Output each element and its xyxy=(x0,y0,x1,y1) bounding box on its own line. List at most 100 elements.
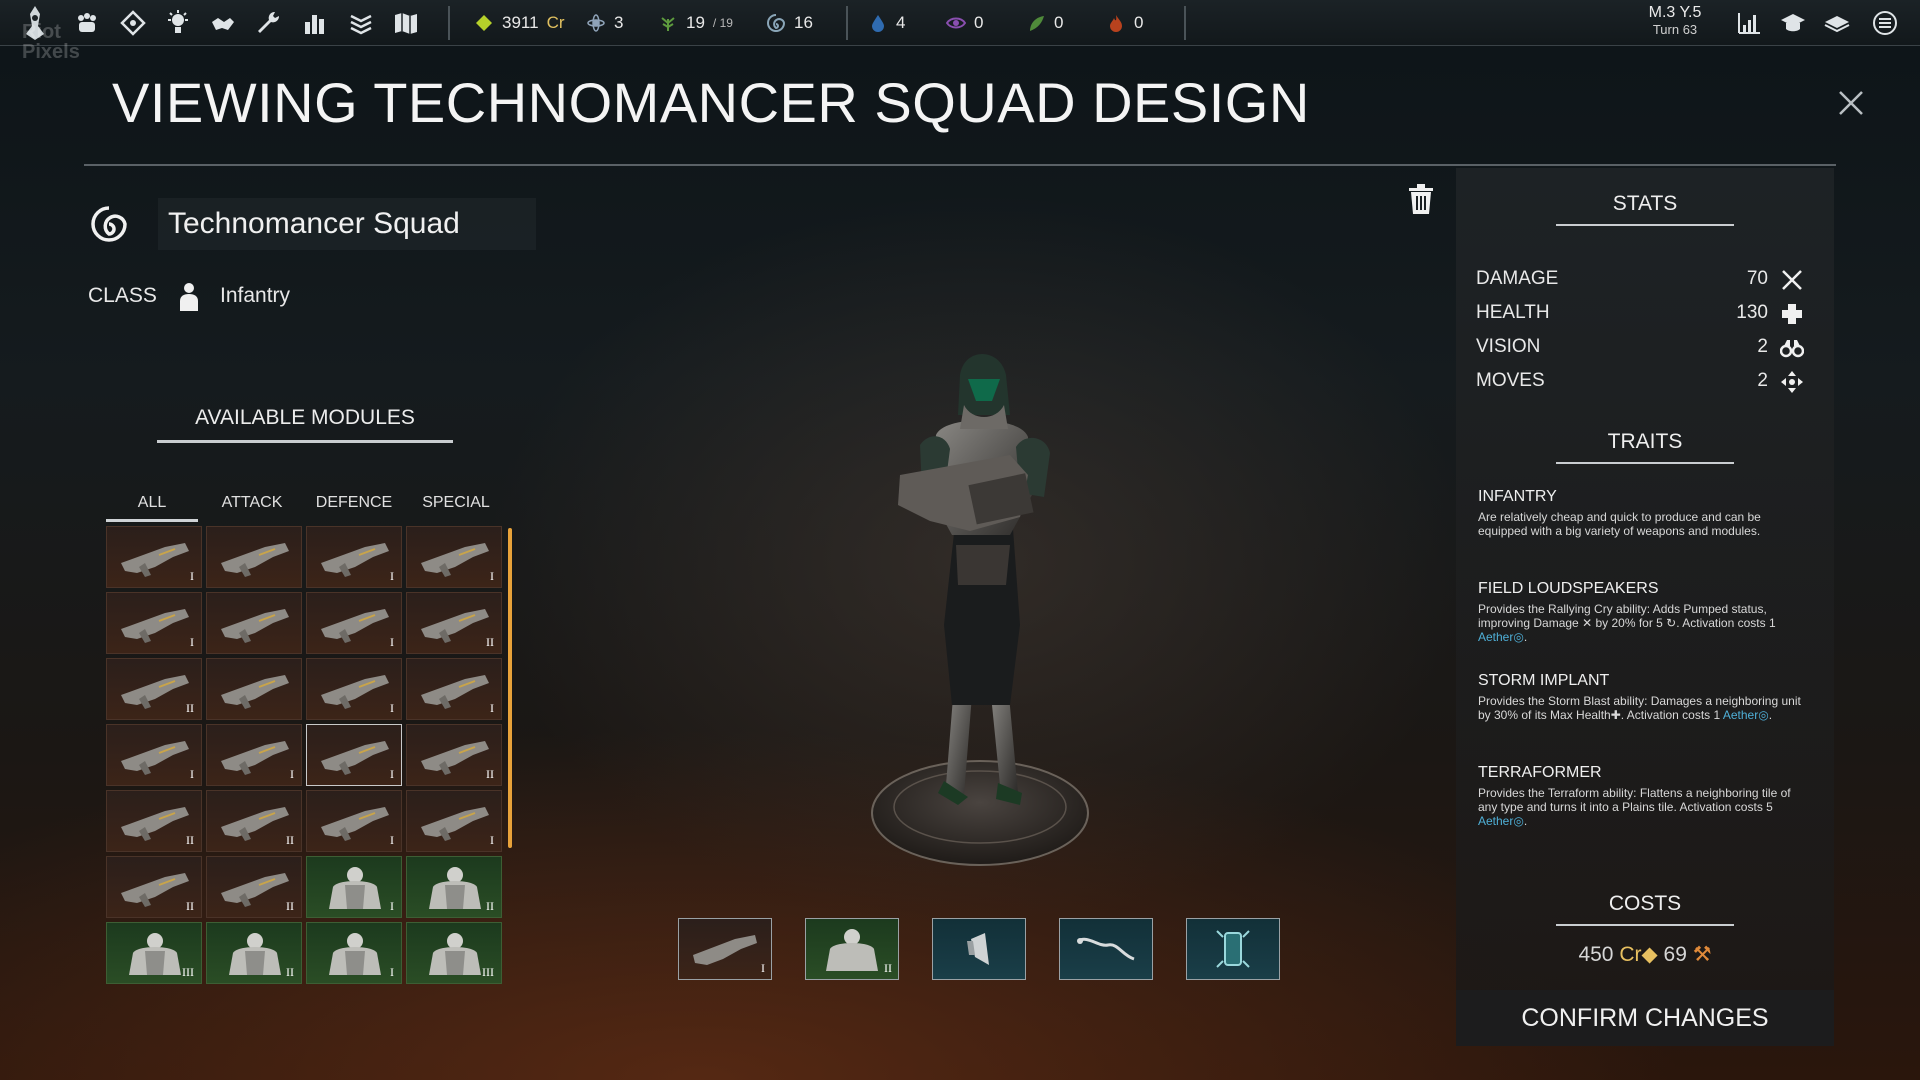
plant-value: 0 xyxy=(1054,13,1064,32)
weapon-module-icon xyxy=(221,873,289,907)
equipped-slot[interactable] xyxy=(1186,918,1280,980)
population-resource[interactable]: 19 / 19 xyxy=(658,11,733,35)
module-tier-label: I xyxy=(761,961,765,975)
weapon-module-slot[interactable]: I xyxy=(306,724,402,786)
production-hammer-icon: ⚒ xyxy=(1692,943,1712,966)
plant-resource[interactable]: 0 xyxy=(1026,11,1063,35)
module-tier-label: III xyxy=(482,965,494,979)
confirm-changes-button[interactable]: CONFIRM CHANGES xyxy=(1456,990,1834,1046)
damage-icon xyxy=(1782,270,1802,290)
stat-vision: VISION 2 xyxy=(1476,334,1808,362)
weapon-module-slot[interactable] xyxy=(206,526,302,588)
weapon-module-slot[interactable]: I xyxy=(406,526,502,588)
trait-desc-part: . Activation costs 1 xyxy=(1620,708,1723,722)
topbar-divider xyxy=(1184,6,1186,40)
weapon-module-slot[interactable] xyxy=(206,592,302,654)
cost-production-value: 69 xyxy=(1663,943,1687,966)
menu-icon[interactable] xyxy=(1872,10,1898,36)
trait-description: Provides the Terraform ability: Flattens… xyxy=(1478,786,1808,828)
stat-damage: DAMAGE 70 xyxy=(1476,266,1808,294)
weapon-module-slot[interactable] xyxy=(206,658,302,720)
class-value: Infantry xyxy=(220,284,291,307)
trash-icon xyxy=(1409,184,1433,214)
weapon-module-slot[interactable]: I xyxy=(106,724,202,786)
aether-link[interactable]: Aether xyxy=(1478,814,1513,828)
trait-name: INFANTRY xyxy=(1478,488,1557,505)
armor-module-slot[interactable]: I xyxy=(306,856,402,918)
health-icon xyxy=(1782,304,1802,324)
tab-all[interactable]: ALL xyxy=(106,486,198,522)
trait-desc-part: . Activation costs 1 xyxy=(1676,616,1776,630)
weapon-module-slot[interactable]: I xyxy=(306,592,402,654)
traits-title: TRAITS xyxy=(1607,430,1683,453)
population-icon xyxy=(661,17,675,31)
weapon-module-slot[interactable]: II xyxy=(106,790,202,852)
close-icon xyxy=(1839,91,1863,115)
map-icon[interactable] xyxy=(393,10,419,36)
weapon-module-icon xyxy=(221,543,289,577)
squad-name-field[interactable]: Technomancer Squad xyxy=(158,198,536,250)
module-grid: I I I I I II II I I I I I II II II I I II II I II III II I III xyxy=(106,526,506,986)
equipped-slot[interactable] xyxy=(932,918,1026,980)
close-button[interactable] xyxy=(1836,88,1866,118)
weapon-module-icon xyxy=(421,807,489,841)
aether-value: 16 xyxy=(794,13,813,32)
equipped-slot[interactable]: I xyxy=(678,918,772,980)
armor-module-slot[interactable]: I xyxy=(306,922,402,984)
module-tier-label: III xyxy=(182,965,194,979)
armor-module-slot[interactable]: III xyxy=(106,922,202,984)
tab-attack[interactable]: ATTACK xyxy=(204,486,300,522)
graph-icon[interactable] xyxy=(1736,10,1762,36)
delete-design-button[interactable] xyxy=(1406,182,1436,216)
population-value: 19 xyxy=(686,13,705,32)
weapon-module-icon xyxy=(121,543,189,577)
aether-resource[interactable]: 16 xyxy=(766,11,813,35)
weapon-module-slot[interactable]: I xyxy=(306,658,402,720)
diplomacy-icon[interactable] xyxy=(120,10,146,36)
weapon-module-slot[interactable]: II xyxy=(206,856,302,918)
module-grid-scrollbar[interactable] xyxy=(508,528,512,848)
weapon-module-slot[interactable]: I xyxy=(306,790,402,852)
science-resource[interactable]: 3 xyxy=(586,11,623,35)
weapon-module-slot[interactable]: II xyxy=(106,658,202,720)
equipped-slot[interactable]: II xyxy=(805,918,899,980)
codex-icon[interactable] xyxy=(1824,10,1850,36)
module-tier-label: II xyxy=(286,965,294,979)
weapon-module-slot[interactable]: I xyxy=(106,526,202,588)
date-label: M.3 Y.5 xyxy=(1648,4,1702,21)
armor-module-slot[interactable]: II xyxy=(206,922,302,984)
weapon-module-slot[interactable]: II xyxy=(206,790,302,852)
research-icon[interactable] xyxy=(165,10,191,36)
academy-icon[interactable] xyxy=(1780,10,1806,36)
faction-icon[interactable] xyxy=(74,10,100,36)
aether-link[interactable]: Aether xyxy=(1478,630,1513,644)
eye-resource[interactable]: 0 xyxy=(946,11,983,35)
technomancer-unit-model xyxy=(860,345,1100,875)
weapon-module-slot[interactable]: I xyxy=(306,526,402,588)
weapon-module-slot[interactable]: II xyxy=(406,724,502,786)
stats-icon[interactable] xyxy=(302,10,328,36)
weapon-module-slot[interactable]: II xyxy=(406,592,502,654)
water-resource[interactable]: 4 xyxy=(868,11,905,35)
fire-resource[interactable]: 0 xyxy=(1106,11,1143,35)
weapon-module-slot[interactable]: II xyxy=(106,856,202,918)
weapon-module-slot[interactable]: I xyxy=(106,592,202,654)
armor-module-slot[interactable]: II xyxy=(406,856,502,918)
layers-icon[interactable] xyxy=(348,10,374,36)
weapon-module-slot[interactable]: I xyxy=(406,790,502,852)
build-icon[interactable] xyxy=(255,10,281,36)
armor-module-slot[interactable]: III xyxy=(406,922,502,984)
tab-defence[interactable]: DEFENCE xyxy=(306,486,402,522)
stat-vision-label: VISION xyxy=(1476,336,1541,357)
credits-resource[interactable]: 3911 Cr xyxy=(474,11,565,35)
weapon-module-slot[interactable]: I xyxy=(206,724,302,786)
weapon-module-icon xyxy=(321,675,389,709)
equipped-slot[interactable] xyxy=(1059,918,1153,980)
aether-link[interactable]: Aether xyxy=(1723,708,1758,722)
weapon-module-slot[interactable]: I xyxy=(406,658,502,720)
tab-special[interactable]: SPECIAL xyxy=(408,486,504,522)
module-tier-label: I xyxy=(190,767,194,781)
trait-name: STORM IMPLANT xyxy=(1478,672,1610,689)
trade-icon[interactable] xyxy=(210,10,236,36)
costs-title-underline xyxy=(1556,924,1734,926)
